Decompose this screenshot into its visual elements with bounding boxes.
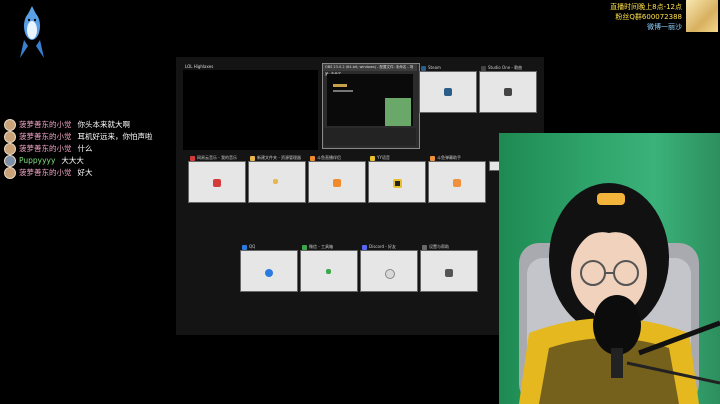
stream-schedule: 直播时间晚上8点-12点 [610, 3, 682, 11]
user-avatar [4, 119, 16, 131]
window-thumbnail[interactable] [183, 70, 318, 150]
user-avatar [4, 167, 16, 179]
window-caption: Steam [421, 65, 441, 71]
chat-username: 菠萝善东的小觉 [19, 120, 72, 129]
file-explorer-icon [273, 179, 278, 184]
chrome-icon [326, 269, 331, 274]
obs-title-bar: OBS 23.0.2 (64-bit, windows) - 配置文件: 未命名… [323, 64, 417, 76]
obs-cam-preview [385, 98, 411, 126]
douyu-icon [333, 179, 341, 187]
chat-message: 菠萝善东的小觉 耳机好远来，你怕声啦 [4, 131, 153, 143]
streamer-portrait [519, 183, 720, 404]
chat-text: 好大 [77, 168, 93, 177]
yy-icon [393, 179, 402, 188]
window-caption: QQ [242, 244, 255, 250]
chat-text: 耳机好远来，你怕声啦 [77, 132, 153, 141]
chat-username: Puppyyyy [19, 156, 56, 165]
stream-info: 直播时间晚上8点-12点 粉丝Q群600072388 微博一丽沙 [610, 2, 682, 32]
window-thumbnail[interactable] [428, 161, 486, 203]
streamer-avatar [686, 0, 718, 32]
user-avatar [4, 143, 16, 155]
window-thumbnail[interactable] [419, 71, 477, 113]
chat-text: 什么 [77, 144, 93, 153]
window-thumbnail[interactable] [360, 250, 418, 292]
obs-text-line [333, 84, 347, 87]
window-thumbnail[interactable] [368, 161, 426, 203]
chat-text: 大大大 [61, 156, 84, 165]
chat-message: 菠萝善东的小觉 好大 [4, 167, 153, 179]
chat-username: 菠萝善东的小觉 [19, 144, 72, 153]
webcam-feed [499, 133, 720, 404]
discord-icon [385, 269, 395, 279]
studio-one-icon [504, 88, 512, 96]
chat-text: 你头本来就大啊 [77, 120, 131, 129]
window-title: LOL Highlaxes [185, 64, 214, 69]
obs-controls[interactable] [324, 128, 416, 146]
danmaku-icon [453, 179, 461, 187]
shark-mascot-icon [20, 6, 44, 58]
window-thumbnail[interactable] [308, 161, 366, 203]
weibo-label: 微博一丽沙 [647, 23, 682, 31]
chat-message: Puppyyyy 大大大 [4, 155, 153, 167]
window-thumbnail[interactable] [248, 161, 306, 203]
user-avatar [4, 155, 16, 167]
qq-icon [265, 269, 273, 277]
chat-overlay: 菠萝善东的小觉 你头本来就大啊 菠萝善东的小觉 耳机好远来，你怕声啦 菠萝善东的… [4, 119, 153, 179]
fan-group: 粉丝Q群600072388 [615, 13, 682, 21]
obs-text-line [333, 90, 353, 92]
chat-username: 菠萝善东的小觉 [19, 132, 72, 141]
user-avatar [4, 131, 16, 143]
chat-message: 菠萝善东的小觉 你头本来就大啊 [4, 119, 153, 131]
window-thumbnail[interactable] [188, 161, 246, 203]
window-thumbnail[interactable] [420, 250, 478, 292]
steam-icon [444, 88, 452, 96]
window-thumbnail[interactable] [300, 250, 358, 292]
window-thumbnail[interactable] [479, 71, 537, 113]
settings-icon [445, 269, 453, 277]
chat-message: 菠萝善东的小觉 什么 [4, 143, 153, 155]
chat-username: 菠萝善东的小觉 [19, 168, 72, 177]
netease-music-icon [213, 179, 221, 187]
window-thumbnail[interactable] [240, 250, 298, 292]
